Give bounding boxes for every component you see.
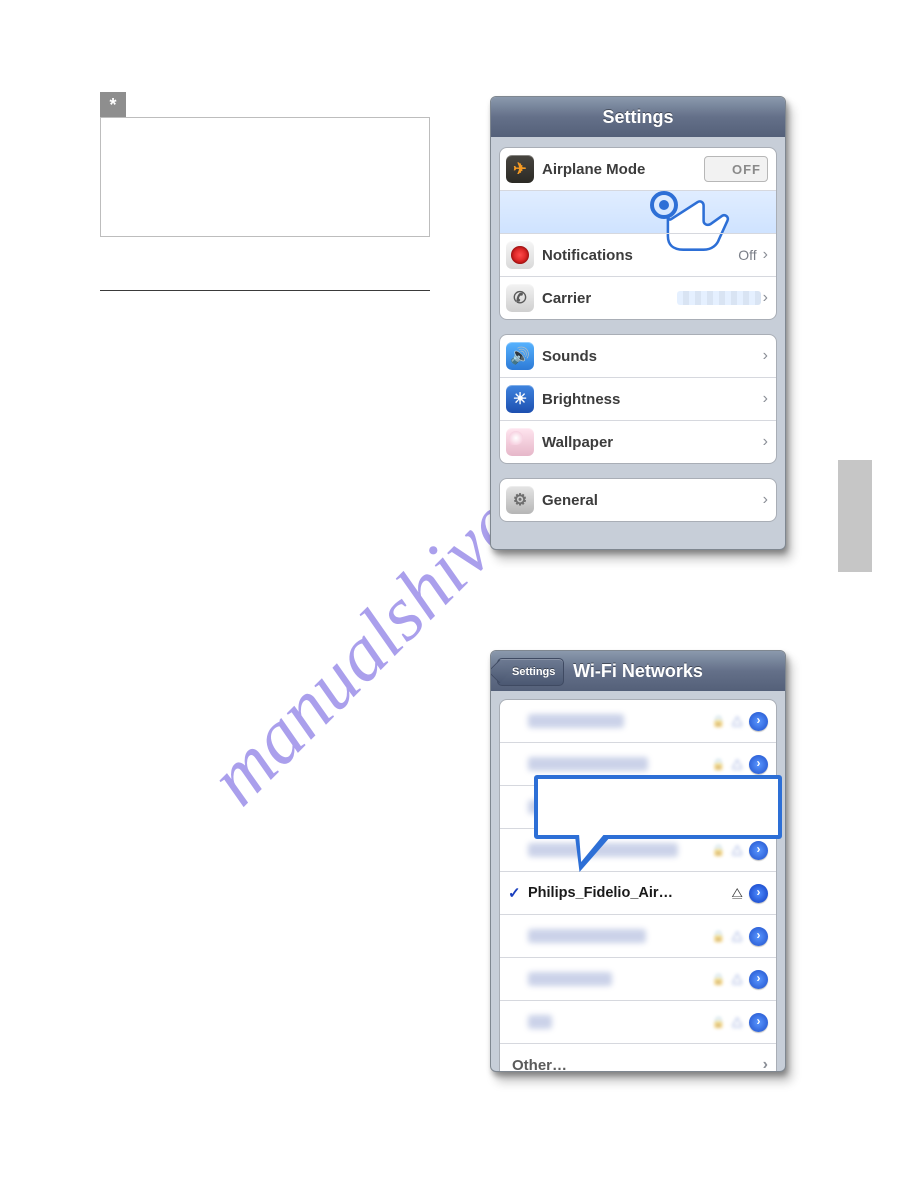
- notifications-label: Notifications: [542, 247, 738, 264]
- chevron-right-icon: ›: [763, 347, 768, 365]
- wifi-signal-icon: ⧋: [731, 971, 743, 987]
- wifi-signal-icon: ⧋: [731, 1014, 743, 1030]
- row-notifications[interactable]: Notifications Off ›: [500, 233, 776, 276]
- side-language-tab[interactable]: [838, 460, 872, 572]
- back-button[interactable]: Settings: [497, 658, 564, 686]
- wifi-row-blurred[interactable]: 🔒 ⧋ ›: [500, 957, 776, 1000]
- wallpaper-icon: [506, 428, 534, 456]
- lock-icon: 🔒: [712, 758, 726, 771]
- chevron-right-icon: ›: [763, 390, 768, 408]
- settings-title: Settings: [491, 97, 785, 137]
- lock-icon: 🔒: [712, 844, 726, 857]
- notifications-icon: [506, 241, 534, 269]
- phone-icon: ✆: [506, 284, 534, 312]
- carrier-label: Carrier: [542, 290, 677, 307]
- ios-settings-screenshot: Settings ✈ Airplane Mode OFF: [490, 96, 786, 550]
- settings-group-connectivity: ✈ Airplane Mode OFF Notificati: [499, 147, 777, 320]
- sounds-label: Sounds: [542, 348, 761, 365]
- detail-button[interactable]: ›: [749, 755, 768, 774]
- lock-icon: 🔒: [712, 715, 726, 728]
- detail-button[interactable]: ›: [749, 841, 768, 860]
- detail-button[interactable]: ›: [749, 1013, 768, 1032]
- chevron-right-icon: ›: [763, 433, 768, 451]
- settings-group-general: ⚙ General ›: [499, 478, 777, 522]
- carrier-value-blurred: [677, 291, 761, 305]
- wifi-row-blurred[interactable]: 🔒 ⧋ ›: [500, 1000, 776, 1043]
- chevron-right-icon: ›: [763, 246, 768, 264]
- row-carrier[interactable]: ✆ Carrier ›: [500, 276, 776, 319]
- wifi-network-list: 🔒 ⧋ › 🔒 ⧋ ›: [499, 699, 777, 1072]
- ios-wifi-screenshot: Settings Wi-Fi Networks 🔒 ⧋ › 🔒 ⧋: [490, 650, 786, 1072]
- wifi-row-blurred[interactable]: 🔒 ⧋ ›: [500, 914, 776, 957]
- airplane-switch[interactable]: OFF: [704, 156, 768, 182]
- wallpaper-label: Wallpaper: [542, 434, 761, 451]
- chevron-right-icon: ›: [763, 1056, 768, 1072]
- notifications-value: Off: [738, 247, 756, 263]
- lock-icon: 🔒: [712, 973, 726, 986]
- brightness-label: Brightness: [542, 391, 761, 408]
- note-box: [100, 117, 430, 237]
- checkmark-icon: ✓: [508, 884, 521, 902]
- chevron-right-icon: ›: [763, 491, 768, 509]
- row-wallpaper[interactable]: Wallpaper ›: [500, 420, 776, 463]
- wifi-name-selected: Philips_Fidelio_Air…: [528, 885, 673, 901]
- wifi-row-blurred[interactable]: 🔒 ⧋ ›: [500, 700, 776, 742]
- chevron-right-icon: ›: [763, 289, 768, 307]
- airplane-label: Airplane Mode: [542, 161, 704, 178]
- section-divider: [100, 290, 430, 291]
- wifi-signal-icon: ⧋: [731, 713, 743, 729]
- gear-icon: ⚙: [506, 486, 534, 514]
- settings-group-display: 🔊 Sounds › ☀ Brightness › Wallpaper ›: [499, 334, 777, 464]
- note-block: *: [100, 92, 430, 237]
- callout-box: [534, 775, 782, 839]
- wifi-title: Wi-Fi Networks: [573, 661, 703, 682]
- brightness-icon: ☀: [506, 385, 534, 413]
- row-brightness[interactable]: ☀ Brightness ›: [500, 377, 776, 420]
- detail-button[interactable]: ›: [749, 884, 768, 903]
- row-airplane-mode[interactable]: ✈ Airplane Mode OFF: [500, 148, 776, 190]
- general-label: General: [542, 492, 761, 509]
- lock-icon: 🔒: [712, 1016, 726, 1029]
- wifi-row-other[interactable]: Other… ›: [500, 1043, 776, 1072]
- row-sounds[interactable]: 🔊 Sounds ›: [500, 335, 776, 377]
- wifi-signal-icon: ⧋: [731, 756, 743, 772]
- detail-button[interactable]: ›: [749, 712, 768, 731]
- airplane-icon: ✈: [506, 155, 534, 183]
- row-wifi-highlight[interactable]: [500, 190, 776, 233]
- wifi-other-label: Other…: [512, 1057, 763, 1073]
- detail-button[interactable]: ›: [749, 927, 768, 946]
- lock-icon: 🔒: [712, 930, 726, 943]
- speaker-icon: 🔊: [506, 342, 534, 370]
- wifi-signal-icon: ⧋: [731, 842, 743, 858]
- wifi-signal-icon: ⧋: [731, 928, 743, 944]
- note-star-icon: *: [100, 92, 126, 118]
- detail-button[interactable]: ›: [749, 970, 768, 989]
- wifi-row-selected[interactable]: ✓ Philips_Fidelio_Air… ⧋ ›: [500, 871, 776, 914]
- wifi-signal-icon: ⧋: [731, 885, 743, 901]
- row-general[interactable]: ⚙ General ›: [500, 479, 776, 521]
